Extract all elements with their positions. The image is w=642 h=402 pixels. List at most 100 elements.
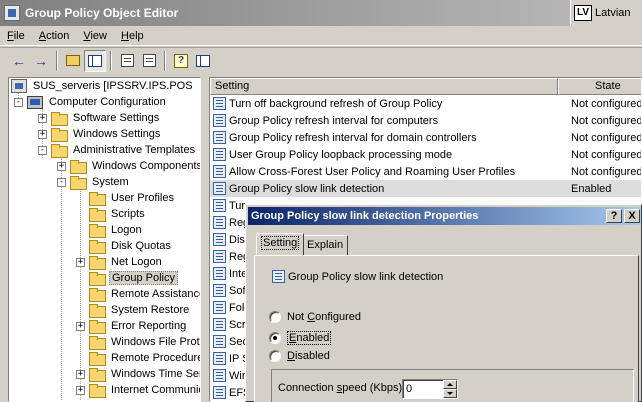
language-code[interactable]: LV (574, 5, 593, 21)
tree-item-scripts[interactable]: Scripts (89, 206, 147, 222)
expand-toggle[interactable]: + (38, 129, 47, 139)
language-bar[interactable]: LV Latvian (570, 0, 642, 26)
folder-icon (89, 336, 106, 350)
folder-icon (89, 368, 106, 382)
export-list-button[interactable] (138, 50, 160, 72)
menu-action[interactable]: Action (32, 27, 77, 45)
setting-cell: User Group Policy loopback processing mo… (229, 148, 453, 161)
folder-icon (89, 240, 106, 254)
tab-setting[interactable]: Setting (256, 233, 305, 255)
collapse-toggle[interactable]: - (14, 97, 23, 107)
menu-help[interactable]: Help (114, 27, 151, 45)
expand-toggle[interactable]: + (76, 369, 85, 379)
table-row[interactable]: Group Policy refresh interval for domain… (210, 129, 642, 146)
expand-toggle[interactable]: + (57, 161, 66, 171)
app-icon (4, 5, 20, 21)
table-row[interactable]: Group Policy refresh interval for comput… (210, 112, 641, 129)
policy-icon (213, 250, 226, 263)
policy-icon (213, 199, 226, 212)
forward-arrow-icon[interactable]: → (30, 50, 52, 72)
policy-icon (272, 270, 285, 283)
menu-file[interactable]: File (0, 27, 32, 45)
column-header-state[interactable]: State (558, 78, 641, 95)
tree-item-computer-configuration[interactable]: - Computer Configuration (14, 94, 168, 110)
table-row[interactable]: User Group Policy loopback processing mo… (210, 146, 641, 163)
tree-item-software-settings[interactable]: + Software Settings (38, 110, 161, 126)
up-folder-icon (66, 55, 80, 66)
menu-bar: File Action View Help (0, 26, 642, 46)
up-folder-button[interactable] (62, 50, 84, 72)
tree-item-net-logon[interactable]: + Net Logon (76, 254, 164, 270)
help-button[interactable]: ? (170, 50, 192, 72)
export-list-icon (142, 54, 156, 67)
policy-icon (213, 386, 226, 399)
policy-icon (213, 165, 226, 178)
folder-icon (51, 128, 68, 142)
collapse-toggle[interactable]: - (38, 145, 47, 155)
policy-name: Group Policy slow link detection (288, 270, 444, 283)
back-arrow-icon[interactable]: ← (8, 50, 30, 72)
expand-toggle[interactable]: + (38, 113, 47, 123)
console-tree-icon (88, 54, 102, 67)
tab-explain[interactable]: Explain (302, 235, 349, 255)
expand-toggle[interactable]: + (76, 385, 85, 395)
table-row[interactable]: Group Policy slow link detection Enabled (210, 180, 641, 197)
tree-item-system-restore[interactable]: System Restore (89, 302, 191, 318)
tree-item-windows-file-protection[interactable]: Windows File Protection (89, 334, 200, 350)
tree-item-remote-procedure-call[interactable]: Remote Procedure Call (89, 350, 200, 366)
table-row[interactable]: Allow Cross-Forest User Policy and Roami… (210, 163, 641, 180)
tree-item-windows-components[interactable]: + Windows Components (57, 158, 200, 174)
dialog-close-button[interactable]: X (624, 209, 640, 223)
radio-circle (269, 332, 281, 344)
title-bar[interactable]: Group Policy Object Editor (0, 0, 570, 26)
policy-icon (213, 182, 226, 195)
tree-item-logon[interactable]: Logon (89, 222, 144, 238)
folder-icon (89, 224, 106, 238)
dialog-help-button[interactable]: ? (606, 209, 622, 223)
setting-cell: Allow Cross-Forest User Policy and Roami… (229, 165, 516, 178)
expand-toggle[interactable]: + (76, 321, 85, 331)
tree-item-windows-settings[interactable]: + Windows Settings (38, 126, 162, 142)
state-cell: Not configured (571, 131, 642, 144)
policy-icon (213, 131, 226, 144)
tree-item-system[interactable]: - System (57, 174, 131, 190)
setting-cell: Turn off background refresh of Group Pol… (229, 97, 443, 110)
tree-item-administrative-templates[interactable]: - Administrative Templates (38, 142, 197, 158)
computer-icon (27, 95, 43, 109)
properties-button[interactable] (116, 50, 138, 72)
folder-icon (51, 112, 68, 126)
show-hide-action-pane-button[interactable] (192, 50, 214, 72)
spin-down-icon[interactable] (443, 389, 457, 398)
table-row[interactable]: Turn off background refresh of Group Pol… (210, 95, 641, 112)
connection-speed-input[interactable]: 0 (402, 379, 458, 399)
tree-item-gpo-root[interactable]: SUS_serveris [IPSSRV.IPS.POS (11, 78, 195, 94)
folder-icon (89, 304, 106, 318)
tree-item-error-reporting[interactable]: + Error Reporting (76, 318, 188, 334)
policy-icon (213, 114, 226, 127)
expand-toggle[interactable]: + (76, 257, 85, 267)
console-tree[interactable]: SUS_serveris [IPSSRV.IPS.POS - Computer … (8, 77, 201, 402)
collapse-toggle[interactable]: - (57, 177, 66, 187)
not-configured-radio[interactable]: Not Configured (269, 311, 361, 323)
tree-item-windows-time-service[interactable]: + Windows Time Service (76, 366, 200, 382)
tree-item-internet-communication[interactable]: + Internet Communication (76, 382, 200, 398)
enabled-radio[interactable]: Enabled (269, 331, 332, 345)
dialog-title[interactable]: Group Policy slow link detection Propert… (248, 207, 641, 225)
setting-cell: Group Policy slow link detection (229, 182, 385, 195)
action-pane-icon (196, 54, 210, 67)
spin-up-icon[interactable] (443, 380, 457, 389)
folder-icon (89, 288, 106, 302)
language-name[interactable]: Latvian (595, 7, 630, 19)
folder-open-icon (89, 272, 106, 286)
menu-view[interactable]: View (76, 27, 114, 45)
show-hide-tree-button[interactable] (84, 49, 106, 72)
policy-icon (213, 233, 226, 246)
tree-item-user-profiles[interactable]: User Profiles (89, 190, 176, 206)
tree-item-group-policy[interactable]: Group Policy (89, 270, 178, 286)
policy-icon (213, 318, 226, 331)
tree-item-disk-quotas[interactable]: Disk Quotas (89, 238, 173, 254)
disabled-radio[interactable]: Disabled (269, 350, 330, 362)
column-header-setting[interactable]: Setting (210, 78, 558, 95)
tree-item-remote-assistance[interactable]: Remote Assistance (89, 286, 200, 302)
properties-dialog: Group Policy slow link detection Propert… (245, 204, 642, 402)
